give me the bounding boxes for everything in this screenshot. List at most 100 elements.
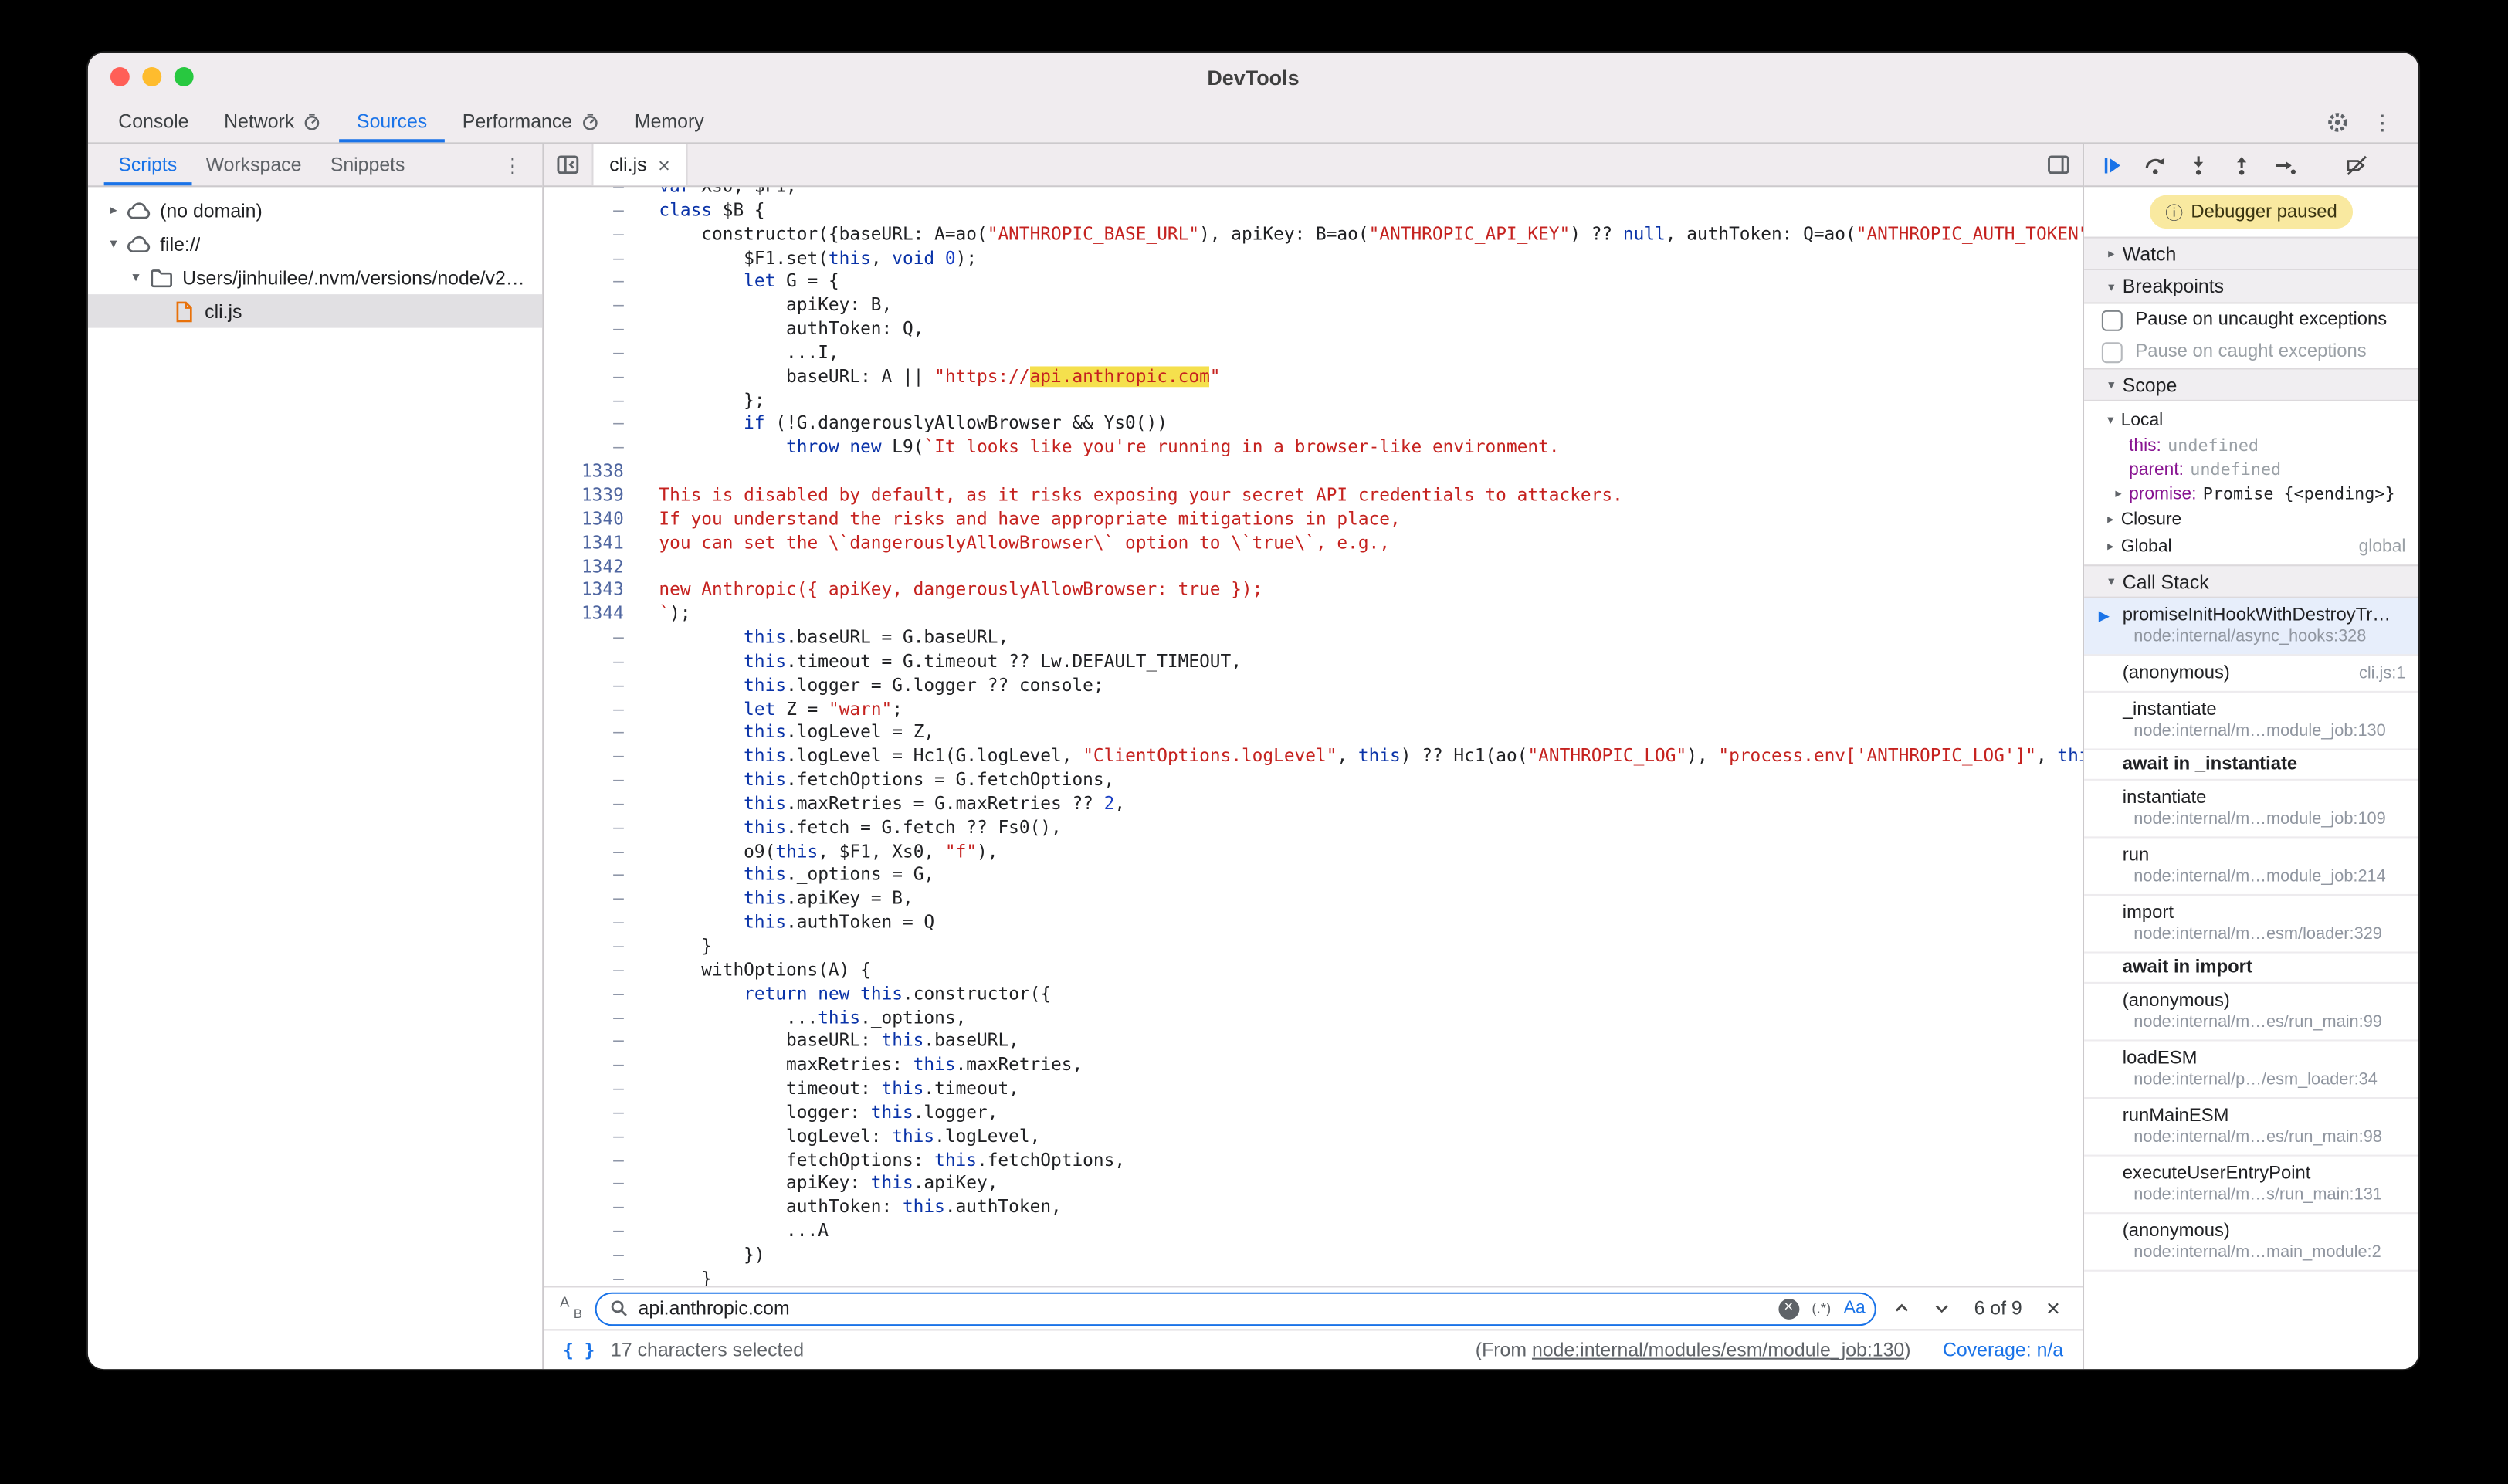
pause-caught-checkbox[interactable] bbox=[2102, 341, 2123, 362]
code-line[interactable]: – throw new L9(`It looks like you're run… bbox=[544, 437, 2083, 461]
scope-section-header[interactable]: ▾ Scope bbox=[2084, 368, 2418, 401]
call-stack-frame[interactable]: runMainESMnode:internal/m…es/run_main:98 bbox=[2084, 1099, 2418, 1157]
tab-sources[interactable]: Sources bbox=[339, 101, 445, 143]
code-line[interactable]: – this.fetchOptions = G.fetchOptions, bbox=[544, 770, 2083, 794]
regex-toggle-icon[interactable]: (.*) bbox=[1812, 1300, 1831, 1316]
line-gutter[interactable]: 1344 bbox=[544, 603, 636, 627]
chevron-down-icon[interactable]: ▾ bbox=[2100, 279, 2123, 293]
step-over-button[interactable] bbox=[2144, 153, 2167, 177]
line-gutter[interactable]: 1340 bbox=[544, 508, 636, 532]
code-line[interactable]: 1339This is disabled by default, as it r… bbox=[544, 485, 2083, 509]
step-out-button[interactable] bbox=[2230, 153, 2254, 177]
code-line[interactable]: – let Z = "warn"; bbox=[544, 698, 2083, 722]
call-stack-frame[interactable]: (anonymous)cli.js:1 bbox=[2084, 656, 2418, 693]
coverage-link[interactable]: Coverage: n/a bbox=[1943, 1339, 2063, 1361]
next-match-icon[interactable] bbox=[1927, 1294, 1956, 1323]
scope-closure-group[interactable]: ▸ Closure bbox=[2084, 506, 2418, 533]
line-gutter[interactable]: – bbox=[544, 247, 636, 271]
line-gutter[interactable]: – bbox=[544, 271, 636, 295]
code-line[interactable]: – return new this.constructor({ bbox=[544, 983, 2083, 1007]
code-line[interactable]: – this.logLevel = Hc1(G.logLevel, "Clien… bbox=[544, 746, 2083, 770]
search-query-text[interactable]: api.anthropic.com bbox=[639, 1297, 1769, 1320]
step-into-button[interactable] bbox=[2187, 153, 2211, 177]
code-line[interactable]: – o9(this, $F1, Xs0, "f"), bbox=[544, 841, 2083, 865]
code-line[interactable]: – this.logLevel = Z, bbox=[544, 722, 2083, 746]
chevron-down-icon[interactable]: ▾ bbox=[101, 235, 127, 253]
code-line[interactable]: – authToken: this.authToken, bbox=[544, 1197, 2083, 1221]
source-link[interactable]: node:internal/modules/esm/module_job:130 bbox=[1532, 1339, 1904, 1361]
code-line[interactable]: – this.fetch = G.fetch ?? Fs0(), bbox=[544, 817, 2083, 841]
code-line[interactable]: – logger: this.logger, bbox=[544, 1102, 2083, 1126]
code-line[interactable]: 1344`); bbox=[544, 603, 2083, 627]
call-stack-frame[interactable]: (anonymous)node:internal/m…es/run_main:9… bbox=[2084, 984, 2418, 1042]
pause-uncaught-checkbox[interactable] bbox=[2102, 310, 2123, 330]
line-gutter[interactable]: – bbox=[544, 366, 636, 390]
chevron-right-icon[interactable]: ▸ bbox=[2100, 246, 2123, 261]
pause-uncaught-exceptions-row[interactable]: Pause on uncaught exceptions bbox=[2084, 304, 2418, 336]
tree-item-cli-js[interactable]: cli.js bbox=[88, 294, 542, 328]
chevron-right-icon[interactable]: ▸ bbox=[2100, 539, 2121, 554]
code-line[interactable]: – constructor({baseURL: A=ao("ANTHROPIC_… bbox=[544, 223, 2083, 247]
line-gutter[interactable]: – bbox=[544, 698, 636, 722]
tab-network[interactable]: Network bbox=[206, 101, 339, 143]
chevron-right-icon[interactable]: ▸ bbox=[2100, 512, 2121, 527]
chevron-down-icon[interactable]: ▾ bbox=[2100, 412, 2121, 427]
tab-memory[interactable]: Memory bbox=[617, 101, 721, 143]
search-input[interactable]: api.anthropic.com × (.*) Aa bbox=[595, 1292, 1877, 1326]
code-line[interactable]: – apiKey: B, bbox=[544, 295, 2083, 319]
code-line[interactable]: – logLevel: this.logLevel, bbox=[544, 1126, 2083, 1150]
close-tab-icon[interactable]: × bbox=[658, 153, 670, 177]
line-gutter[interactable]: – bbox=[544, 1245, 636, 1269]
tree-item-file-protocol[interactable]: ▾ file:// bbox=[88, 227, 542, 261]
tree-item-no-domain[interactable]: ▸ (no domain) bbox=[88, 194, 542, 228]
line-gutter[interactable]: – bbox=[544, 983, 636, 1007]
tab-console[interactable]: Console bbox=[101, 101, 207, 143]
code-line[interactable]: – }; bbox=[544, 390, 2083, 414]
code-line[interactable]: – this.timeout = G.timeout ?? Lw.DEFAULT… bbox=[544, 651, 2083, 675]
minimize-window-button[interactable] bbox=[142, 67, 161, 86]
call-stack-frame[interactable]: _instantiatenode:internal/m…module_job:1… bbox=[2084, 693, 2418, 750]
code-line[interactable]: – baseURL: A || "https://api.anthropic.c… bbox=[544, 366, 2083, 390]
code-line[interactable]: – apiKey: this.apiKey, bbox=[544, 1173, 2083, 1197]
line-gutter[interactable]: – bbox=[544, 1031, 636, 1055]
code-line[interactable]: – ...this._options, bbox=[544, 1007, 2083, 1031]
line-gutter[interactable]: – bbox=[544, 841, 636, 865]
code-line[interactable]: – ...A bbox=[544, 1221, 2083, 1245]
previous-match-icon[interactable] bbox=[1888, 1294, 1917, 1323]
scope-variable-promise[interactable]: ▸ promise: Promise {<pending>} bbox=[2084, 482, 2418, 506]
code-line[interactable]: – this.apiKey = B, bbox=[544, 888, 2083, 912]
code-line[interactable]: – this._options = G, bbox=[544, 865, 2083, 889]
call-stack-section-header[interactable]: ▾ Call Stack bbox=[2084, 564, 2418, 598]
code-line[interactable]: – $F1.set(this, void 0); bbox=[544, 247, 2083, 271]
code-line[interactable]: – withOptions(A) { bbox=[544, 960, 2083, 984]
line-gutter[interactable]: – bbox=[544, 1173, 636, 1197]
line-gutter[interactable]: – bbox=[544, 770, 636, 794]
line-gutter[interactable]: – bbox=[544, 912, 636, 936]
code-line[interactable]: – ...I, bbox=[544, 342, 2083, 366]
line-gutter[interactable]: – bbox=[544, 295, 636, 319]
deactivate-breakpoints-button[interactable] bbox=[2345, 153, 2369, 177]
settings-gear-icon[interactable] bbox=[2326, 110, 2350, 134]
line-gutter[interactable]: 1343 bbox=[544, 580, 636, 604]
code-line[interactable]: –class $B { bbox=[544, 200, 2083, 224]
chevron-down-icon[interactable]: ▾ bbox=[2100, 378, 2123, 392]
tab-snippets[interactable]: Snippets bbox=[316, 144, 419, 185]
line-gutter[interactable]: – bbox=[544, 437, 636, 461]
line-gutter[interactable]: 1338 bbox=[544, 461, 636, 485]
tab-workspace[interactable]: Workspace bbox=[191, 144, 316, 185]
more-options-icon[interactable]: ⋮ bbox=[2372, 111, 2393, 132]
zoom-window-button[interactable] bbox=[175, 67, 194, 86]
call-stack-frame[interactable]: ▶promiseInitHookWithDestroyTr…node:inter… bbox=[2084, 598, 2418, 656]
code-line[interactable]: – fetchOptions: this.fetchOptions, bbox=[544, 1150, 2083, 1174]
code-line[interactable]: – if (!G.dangerouslyAllowBrowser && Ys0(… bbox=[544, 413, 2083, 437]
call-stack-frame[interactable]: instantiatenode:internal/m…module_job:10… bbox=[2084, 781, 2418, 839]
line-gutter[interactable]: 1341 bbox=[544, 532, 636, 556]
code-line[interactable]: – } bbox=[544, 936, 2083, 960]
tab-performance[interactable]: Performance bbox=[445, 101, 617, 143]
code-line[interactable]: 1338 bbox=[544, 461, 2083, 485]
line-gutter[interactable]: – bbox=[544, 1197, 636, 1221]
line-gutter[interactable]: – bbox=[544, 1150, 636, 1174]
chevron-down-icon[interactable]: ▾ bbox=[124, 269, 149, 286]
line-gutter[interactable]: – bbox=[544, 1102, 636, 1126]
toggle-debugger-sidebar-icon[interactable] bbox=[2035, 144, 2083, 185]
